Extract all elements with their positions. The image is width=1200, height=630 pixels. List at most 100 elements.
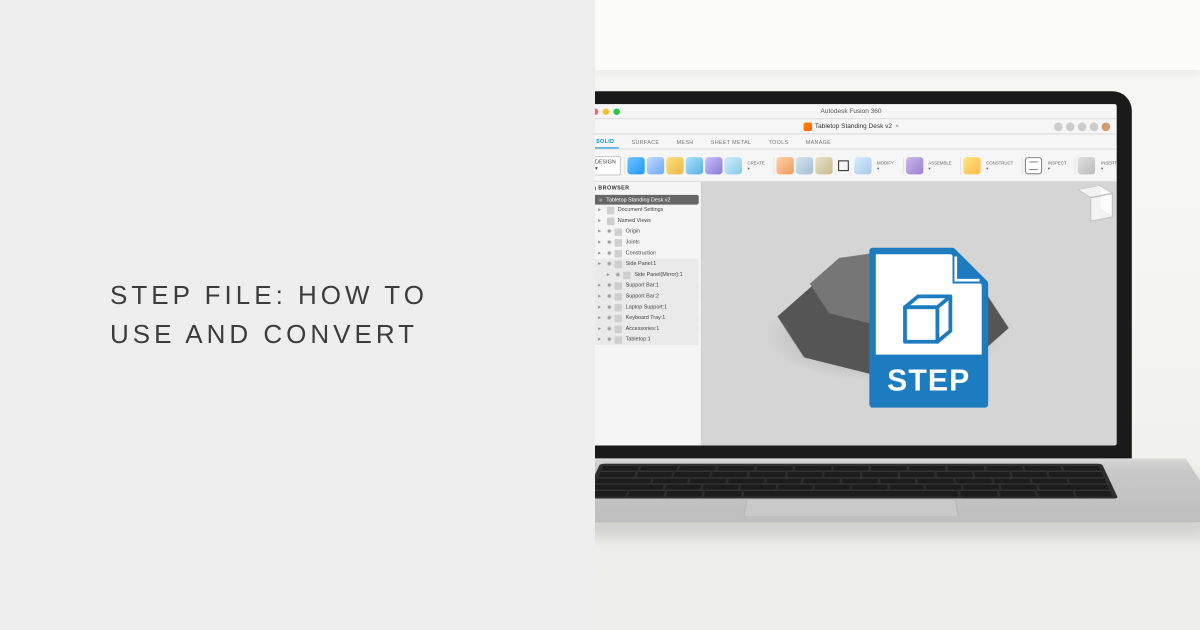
tree-item[interactable]: ▸Named Views xyxy=(595,215,698,226)
visibility-icon[interactable]: ◉ xyxy=(606,261,611,267)
visibility-icon[interactable]: ◉ xyxy=(606,326,611,332)
chevron-right-icon[interactable]: ▸ xyxy=(598,207,603,213)
document-name: Tabletop Standing Desk v2 xyxy=(814,123,891,129)
group-construct-label[interactable]: CONSTRUCT ▾ xyxy=(986,160,1013,171)
measure-icon[interactable] xyxy=(1025,157,1042,174)
help-icon[interactable] xyxy=(1089,122,1098,131)
tab-solid[interactable]: SOLID xyxy=(595,137,618,149)
visibility-icon[interactable]: ◉ xyxy=(606,239,611,245)
joint-icon[interactable] xyxy=(905,157,922,174)
visibility-icon[interactable]: ◉ xyxy=(606,250,611,256)
visibility-icon[interactable]: ◉ xyxy=(615,272,620,278)
chevron-right-icon[interactable]: ▸ xyxy=(598,304,603,310)
job-status-icon[interactable] xyxy=(1077,122,1086,131)
tree-item[interactable]: ▸Document Settings xyxy=(595,205,698,216)
chevron-right-icon[interactable]: ▸ xyxy=(598,250,603,256)
tree-item[interactable]: ▸◉Laptop Support:1 xyxy=(595,302,698,313)
group-inspect-label[interactable]: INSPECT ▾ xyxy=(1047,160,1066,171)
viewcube-front[interactable] xyxy=(1090,193,1112,222)
visibility-icon[interactable]: ◉ xyxy=(606,304,611,310)
component-icon xyxy=(614,260,622,268)
folder-icon xyxy=(606,206,614,214)
tree-item[interactable]: ▸◉Side Panel(Mirror):1 xyxy=(595,269,698,280)
group-assemble-label[interactable]: ASSEMBLE ▾ xyxy=(928,160,951,171)
maximize-icon[interactable] xyxy=(613,108,619,114)
group-insert-label[interactable]: INSERT ▾ xyxy=(1101,160,1117,171)
tree-item[interactable]: ▸◉Support Bar:2 xyxy=(595,291,698,302)
visibility-icon[interactable]: ◉ xyxy=(606,336,611,342)
chevron-right-icon[interactable]: ▸ xyxy=(598,239,603,245)
insert-icon[interactable] xyxy=(1078,157,1095,174)
component-icon xyxy=(614,282,622,290)
header-right-icons xyxy=(1054,122,1110,131)
sweep-icon[interactable] xyxy=(685,157,702,174)
browser-header[interactable]: BROWSER xyxy=(595,182,700,195)
extensions-icon[interactable] xyxy=(1054,122,1063,131)
visibility-icon[interactable]: ◉ xyxy=(606,293,611,299)
chevron-right-icon[interactable]: ▸ xyxy=(598,293,603,299)
group-inspect: INSPECT ▾ xyxy=(1021,157,1071,174)
tree-item[interactable]: ▸◉Origin xyxy=(595,226,698,237)
chevron-right-icon[interactable]: ▸ xyxy=(598,228,603,234)
visibility-icon[interactable]: ◉ xyxy=(606,315,611,321)
new-sketch-icon[interactable] xyxy=(627,157,644,174)
tree-item[interactable]: ▸◉Keyboard Tray:1 xyxy=(595,313,698,324)
group-create: CREATE ▾ xyxy=(624,157,770,174)
tree-item[interactable]: ▸◉Side Panel:1 xyxy=(595,259,698,270)
shell-icon[interactable] xyxy=(796,157,813,174)
close-tab-icon[interactable]: × xyxy=(895,123,899,129)
tab-sheetmetal[interactable]: SHEET METAL xyxy=(706,138,755,149)
box-primitive-icon[interactable] xyxy=(724,157,741,174)
tree-item[interactable]: ▸◉Joints xyxy=(595,237,698,248)
chevron-right-icon[interactable]: ▸ xyxy=(598,282,603,288)
chevron-right-icon[interactable]: ▸ xyxy=(598,336,603,342)
tree-item[interactable]: ▸◉Support Bar:1 xyxy=(595,280,698,291)
fillet-icon[interactable] xyxy=(776,157,793,174)
component-icon xyxy=(614,303,622,311)
tree-item[interactable]: ▸◉Tabletop:1 xyxy=(595,334,698,345)
browser-collapse-icon[interactable] xyxy=(595,185,596,191)
step-file-icon: STEP xyxy=(863,247,993,414)
title-line-2: USE AND CONVERT xyxy=(110,315,428,354)
construct-plane-icon[interactable] xyxy=(963,157,980,174)
visibility-icon[interactable]: ◉ xyxy=(606,228,611,234)
workspace-switcher[interactable]: DESIGN ▾ xyxy=(595,155,621,174)
align-icon[interactable] xyxy=(854,157,871,174)
close-icon[interactable] xyxy=(595,108,598,114)
draft-icon[interactable] xyxy=(815,157,832,174)
tab-mesh[interactable]: MESH xyxy=(672,138,698,149)
window-controls[interactable] xyxy=(595,108,619,114)
viewcube[interactable] xyxy=(1083,189,1105,218)
component-icon xyxy=(623,271,631,279)
chevron-right-icon[interactable]: ▸ xyxy=(598,218,603,224)
visibility-icon[interactable]: ◉ xyxy=(598,197,603,203)
chevron-right-icon[interactable]: ▸ xyxy=(598,261,603,267)
user-avatar-icon[interactable] xyxy=(1101,122,1110,131)
extrude-icon[interactable] xyxy=(647,157,664,174)
move-icon[interactable] xyxy=(834,157,851,174)
loft-icon[interactable] xyxy=(705,157,722,174)
3d-canvas[interactable]: STEP xyxy=(701,182,1116,446)
group-assemble: ASSEMBLE ▾ xyxy=(902,157,957,174)
chevron-right-icon[interactable]: ▸ xyxy=(598,326,603,332)
document-tab[interactable]: Tabletop Standing Desk v2 × xyxy=(802,122,898,131)
title-block: STEP FILE: HOW TO USE AND CONVERT xyxy=(110,276,428,354)
tab-surface[interactable]: SURFACE xyxy=(627,138,663,149)
ribbon-toolbar: DESIGN ▾ CREATE ▾ xyxy=(595,150,1116,182)
revolve-icon[interactable] xyxy=(666,157,683,174)
tab-manage[interactable]: MANAGE xyxy=(801,138,835,149)
tree-item[interactable]: ▸◉Accessories:1 xyxy=(595,323,698,334)
component-icon xyxy=(614,336,622,344)
chevron-right-icon[interactable]: ▸ xyxy=(598,315,603,321)
minimize-icon[interactable] xyxy=(602,108,608,114)
tree-item[interactable]: ▸◉Construction xyxy=(595,248,698,259)
group-modify-label[interactable]: MODIFY ▾ xyxy=(877,160,894,171)
chevron-right-icon[interactable]: ▸ xyxy=(606,272,611,278)
visibility-icon[interactable]: ◉ xyxy=(606,282,611,288)
notification-icon[interactable] xyxy=(1065,122,1074,131)
folder-icon xyxy=(606,217,614,225)
component-tree[interactable]: ▾ ◉ Tabletop Standing Desk v2 ▸Document … xyxy=(595,195,700,349)
group-create-label[interactable]: CREATE ▾ xyxy=(747,160,764,171)
tab-tools[interactable]: TOOLS xyxy=(764,138,792,149)
tree-root[interactable]: ▾ ◉ Tabletop Standing Desk v2 xyxy=(595,195,698,205)
